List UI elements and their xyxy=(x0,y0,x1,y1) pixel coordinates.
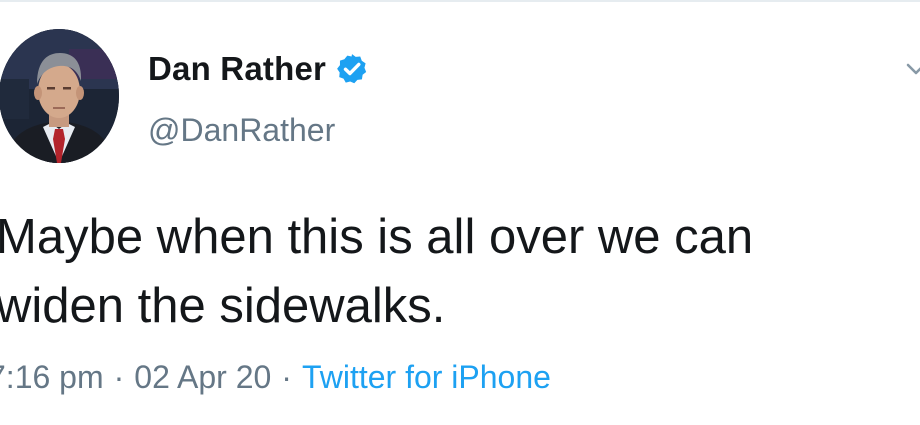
author-handle[interactable]: @DanRather xyxy=(148,112,335,149)
tweet-text-line: widen the sidewalks. xyxy=(0,279,446,333)
avatar[interactable] xyxy=(0,29,119,163)
tweet-meta-row: 7:16 pm · 02 Apr 20 · Twitter for iPhone xyxy=(0,359,551,396)
meta-separator: · xyxy=(281,359,292,395)
meta-separator: · xyxy=(113,359,125,395)
avatar-portrait-image xyxy=(0,29,119,163)
tweet-time[interactable]: 7:16 pm xyxy=(0,359,104,396)
tweet-source-link[interactable]: Twitter for iPhone xyxy=(302,359,551,396)
tweet-text-line: Maybe when this is all over we can xyxy=(0,210,754,264)
tweet-date[interactable]: 02 Apr 20 xyxy=(134,359,271,396)
chevron-down-icon[interactable] xyxy=(904,57,920,81)
author-name-row[interactable]: Dan Rather xyxy=(148,47,369,91)
verified-badge-icon xyxy=(335,52,369,86)
top-divider xyxy=(0,0,920,2)
tweet-text: Maybe when this is all over we can widen… xyxy=(0,203,906,341)
author-display-name[interactable]: Dan Rather xyxy=(148,50,326,88)
